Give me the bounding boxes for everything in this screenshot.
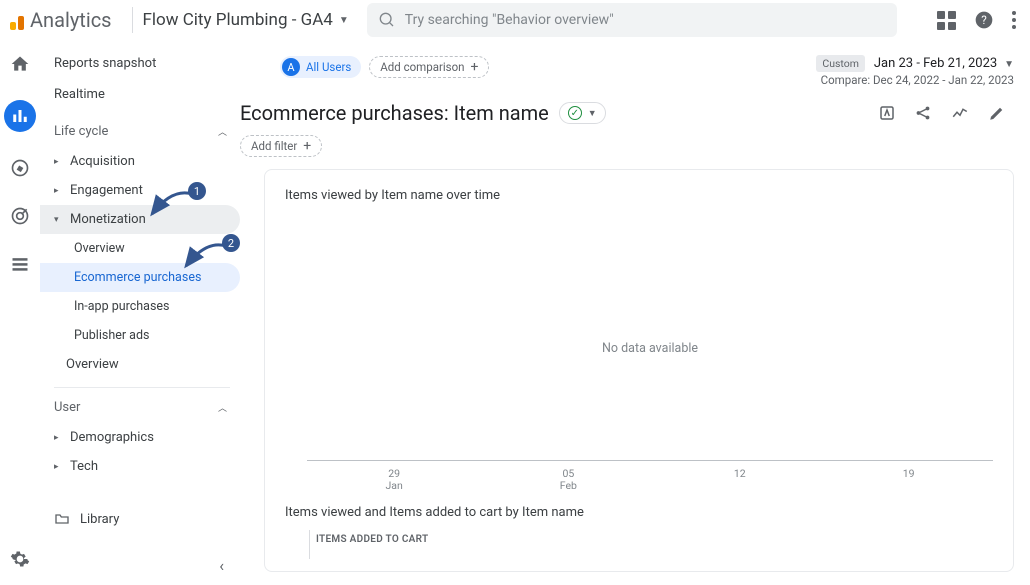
- segment-letter: A: [282, 58, 300, 76]
- nav-realtime[interactable]: Realtime: [40, 79, 240, 110]
- chart-baseline: [307, 460, 993, 461]
- collapse-nav-icon[interactable]: ‹: [219, 556, 224, 575]
- edit-pencil-icon[interactable]: [988, 104, 1006, 122]
- caret-down-icon: ▼: [339, 15, 349, 26]
- page-title: Ecommerce purchases: Item name: [240, 101, 549, 125]
- chevron-up-icon: ︿: [218, 125, 226, 138]
- segment-label: All Users: [306, 60, 351, 74]
- x-axis-ticks: 29Jan05Feb1219: [307, 468, 993, 493]
- plus-icon: +: [471, 60, 479, 74]
- caret-right-icon: ▸: [54, 157, 62, 167]
- no-data-label: No data available: [307, 341, 993, 356]
- brand-label: Analytics: [30, 8, 112, 32]
- caret-down-icon: ▼: [588, 108, 597, 119]
- nav-reports-snapshot[interactable]: Reports snapshot: [40, 48, 240, 79]
- nav-section-life-cycle[interactable]: Life cycle ︿: [40, 116, 240, 147]
- main-content: A All Users Add comparison + Custom Jan …: [240, 40, 1030, 585]
- nav-tech[interactable]: ▸Tech: [40, 452, 240, 481]
- caret-right-icon: ▸: [54, 186, 62, 196]
- segment-all-users[interactable]: A All Users: [280, 56, 361, 78]
- nav-overview[interactable]: Overview: [40, 350, 240, 379]
- date-range-picker[interactable]: Custom Jan 23 - Feb 21, 2023 ▼ Compare: …: [816, 56, 1014, 87]
- share-icon[interactable]: [914, 104, 932, 122]
- report-card: Items viewed by Item name over time No d…: [264, 169, 1014, 572]
- caret-down-icon: ▾: [54, 215, 62, 225]
- help-icon[interactable]: ?: [974, 10, 994, 30]
- report-nav: Reports snapshot Realtime Life cycle ︿ ▸…: [40, 40, 240, 585]
- annotation-badge-2: 2: [222, 234, 240, 252]
- compare-range: Compare: Dec 24, 2022 - Jan 22, 2023: [816, 73, 1014, 87]
- caret-right-icon: ▸: [54, 462, 62, 472]
- property-picker[interactable]: Flow City Plumbing - GA4 ▼: [143, 10, 349, 30]
- left-rail: [0, 40, 40, 585]
- customize-report-icon[interactable]: [878, 104, 896, 122]
- check-circle-icon: ✓: [568, 106, 582, 120]
- nav-section-user[interactable]: User ︿: [40, 392, 240, 423]
- home-icon[interactable]: [8, 52, 32, 76]
- svg-text:?: ?: [981, 13, 987, 27]
- configure-icon[interactable]: [8, 252, 32, 276]
- nav-monetization[interactable]: ▾Monetization: [40, 205, 240, 234]
- nav-engagement[interactable]: ▸Engagement: [40, 176, 240, 205]
- divider: [132, 7, 133, 33]
- search-input[interactable]: Try searching "Behavior overview": [367, 3, 897, 37]
- annotation-badge-1: 1: [188, 182, 206, 200]
- nav-acquisition[interactable]: ▸Acquisition: [40, 147, 240, 176]
- folder-icon: [54, 511, 70, 527]
- report-status-pill[interactable]: ✓ ▼: [559, 102, 606, 124]
- caret-down-icon: ▼: [1004, 59, 1014, 70]
- explore-icon[interactable]: [8, 156, 32, 180]
- custom-badge: Custom: [816, 55, 865, 72]
- advertising-icon[interactable]: [8, 204, 32, 228]
- column-header-items-added: ITEMS ADDED TO CART: [309, 530, 993, 559]
- top-bar: Analytics Flow City Plumbing - GA4 ▼ Try…: [0, 0, 1030, 40]
- search-placeholder: Try searching "Behavior overview": [405, 12, 614, 28]
- reports-icon[interactable]: [4, 100, 36, 132]
- date-range: Jan 23 - Feb 21, 2023: [874, 56, 997, 71]
- plus-icon: +: [303, 139, 311, 153]
- add-filter-button[interactable]: Add filter +: [240, 135, 322, 157]
- nav-in-app-purchases[interactable]: In-app purchases: [40, 292, 240, 321]
- admin-gear-icon[interactable]: [8, 547, 32, 571]
- apps-icon[interactable]: [937, 11, 956, 30]
- property-name: Flow City Plumbing - GA4: [143, 10, 333, 30]
- nav-demographics[interactable]: ▸Demographics: [40, 423, 240, 452]
- chart-title: Items viewed by Item name over time: [285, 188, 993, 203]
- line-chart: No data available 29Jan05Feb1219: [307, 211, 993, 481]
- nav-library[interactable]: Library: [40, 503, 133, 535]
- chevron-up-icon: ︿: [218, 401, 226, 414]
- second-chart-title: Items viewed and Items added to cart by …: [285, 505, 993, 520]
- more-menu-icon[interactable]: [1012, 11, 1016, 29]
- annotation-arrow-2: [182, 240, 228, 274]
- caret-right-icon: ▸: [54, 433, 62, 443]
- annotation-arrow-1: [148, 188, 194, 222]
- nav-publisher-ads[interactable]: Publisher ads: [40, 321, 240, 350]
- insights-icon[interactable]: [950, 104, 970, 122]
- search-icon: [379, 12, 395, 28]
- add-comparison-button[interactable]: Add comparison +: [369, 56, 489, 78]
- analytics-logo-icon: [10, 10, 24, 30]
